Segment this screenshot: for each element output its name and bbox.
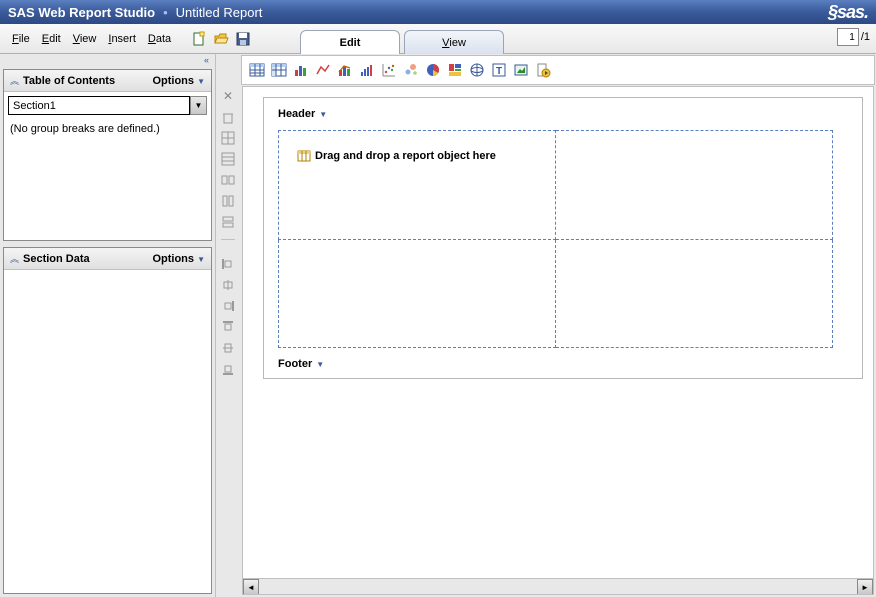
drop-hint: Drag and drop a report object here — [279, 131, 555, 163]
align-left-icon[interactable] — [220, 256, 236, 272]
table-icon[interactable] — [220, 151, 236, 167]
section-data-title: Section Data — [23, 253, 152, 265]
menu-insert[interactable]: Insert — [102, 30, 142, 48]
progressive-bar-icon[interactable] — [358, 61, 376, 79]
chevron-up-icon[interactable]: ︽ — [10, 74, 19, 87]
section-select-arrow[interactable]: ▼ — [190, 96, 207, 115]
title-bar: SAS Web Report Studio • Untitled Report … — [0, 0, 876, 24]
page-current[interactable]: 1 — [837, 28, 859, 46]
scatter-icon[interactable] — [380, 61, 398, 79]
section-data-body — [4, 270, 211, 593]
page-counter: 1 /1 — [837, 28, 870, 46]
vertical-toolbar: ✕ — [216, 54, 240, 597]
left-panel: « ︽ Table of Contents Options ▼ Section1… — [0, 54, 216, 597]
grid-icon[interactable] — [220, 130, 236, 146]
drop-grid[interactable]: Drag and drop a report object here — [278, 130, 833, 348]
toc-title: Table of Contents — [23, 75, 152, 87]
collapse-panel-icon[interactable]: « — [0, 54, 215, 66]
merge-icon[interactable] — [220, 172, 236, 188]
toc-panel: ︽ Table of Contents Options ▼ Section1 ▼… — [3, 69, 212, 241]
crosstab-icon[interactable] — [270, 61, 288, 79]
scroll-right-icon[interactable]: ► — [857, 579, 873, 595]
pie-chart-icon[interactable] — [424, 61, 442, 79]
header-section[interactable]: Header▼ — [278, 108, 848, 120]
canvas-area: T Header▼ Drag and drop a report objec — [240, 54, 876, 597]
menu-file[interactable]: File — [6, 30, 36, 48]
page-total: /1 — [861, 31, 870, 43]
align-right-icon[interactable] — [220, 298, 236, 314]
delete-icon[interactable]: ✕ — [220, 88, 236, 104]
list-table-icon[interactable] — [248, 61, 266, 79]
menu-edit[interactable]: Edit — [36, 30, 67, 48]
menu-data[interactable]: Data — [142, 30, 177, 48]
title-separator: • — [163, 5, 168, 20]
tab-view[interactable]: View — [404, 30, 504, 54]
align-center-icon[interactable] — [220, 277, 236, 293]
tab-edit[interactable]: Edit — [300, 30, 400, 54]
canvas-scroll: Header▼ Drag and drop a report object he… — [242, 86, 874, 595]
horizontal-scrollbar[interactable]: ◄ ► — [243, 578, 873, 594]
bar-chart-icon[interactable] — [292, 61, 310, 79]
split-h-icon[interactable] — [220, 193, 236, 209]
align-middle-icon[interactable] — [220, 340, 236, 356]
footer-section[interactable]: Footer▼ — [278, 358, 848, 370]
toc-options-button[interactable]: Options ▼ — [152, 75, 205, 87]
new-report-icon[interactable] — [189, 29, 209, 49]
bar-line-chart-icon[interactable] — [336, 61, 354, 79]
text-icon[interactable]: T — [490, 61, 508, 79]
app-name: SAS Web Report Studio — [8, 5, 155, 20]
image-icon[interactable] — [512, 61, 530, 79]
bubble-icon[interactable] — [402, 61, 420, 79]
open-icon[interactable] — [211, 29, 231, 49]
geo-map-icon[interactable] — [468, 61, 486, 79]
section-data-options-button[interactable]: Options ▼ — [152, 253, 205, 265]
scroll-left-icon[interactable]: ◄ — [243, 579, 259, 595]
toc-body: (No group breaks are defined.) — [4, 119, 211, 240]
line-chart-icon[interactable] — [314, 61, 332, 79]
report-title: Untitled Report — [176, 5, 263, 20]
save-icon[interactable] — [233, 29, 253, 49]
report-layout: Header▼ Drag and drop a report object he… — [263, 97, 863, 379]
section-data-panel: ︽ Section Data Options ▼ — [3, 247, 212, 594]
sas-logo: §Ssassas. — [828, 2, 868, 23]
align-top-icon[interactable] — [220, 319, 236, 335]
split-v-icon[interactable] — [220, 214, 236, 230]
svg-text:T: T — [496, 66, 502, 77]
align-bottom-icon[interactable] — [220, 361, 236, 377]
tile-chart-icon[interactable] — [446, 61, 464, 79]
object-toolbar: T — [241, 55, 875, 85]
chevron-up-icon[interactable]: ︽ — [10, 252, 19, 265]
menu-view[interactable]: View — [67, 30, 103, 48]
menu-bar: File Edit View Insert Data Edit View 1 /… — [0, 24, 876, 54]
section-select[interactable]: Section1 — [8, 96, 190, 115]
stored-process-icon[interactable] — [534, 61, 552, 79]
trash-icon[interactable] — [220, 109, 236, 125]
